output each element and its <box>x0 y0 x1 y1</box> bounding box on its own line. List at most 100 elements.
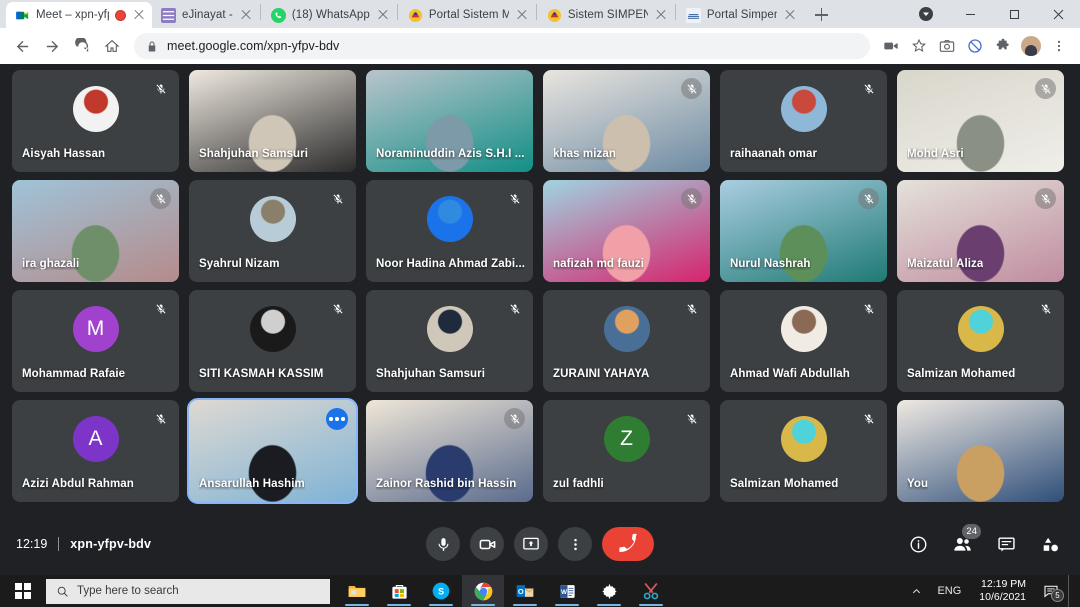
participant-tile[interactable]: Ahmad Wafi Abdullah <box>720 290 887 392</box>
back-button[interactable] <box>8 32 36 60</box>
reload-button[interactable] <box>68 32 96 60</box>
svg-text:W: W <box>560 588 566 595</box>
participant-tile[interactable]: Aisyah Hassan <box>12 70 179 172</box>
start-button[interactable] <box>0 575 46 607</box>
participant-tile[interactable]: Noraminuddin Azis S.H.I ... <box>366 70 533 172</box>
mic-off-icon <box>504 408 525 429</box>
taskbar-app-snipping-tool[interactable] <box>630 575 672 607</box>
taskbar-app-file-explorer[interactable] <box>336 575 378 607</box>
participant-name: Ansarullah Hashim <box>199 478 305 490</box>
participant-tile[interactable]: Noor Hadina Ahmad Zabi... <box>366 180 533 282</box>
speaking-indicator-icon <box>326 408 348 430</box>
taskbar-app-skype[interactable]: S <box>420 575 462 607</box>
participant-tile[interactable]: Nurul Nashrah <box>720 180 887 282</box>
bookmark-button[interactable] <box>906 33 932 59</box>
end-call-button[interactable] <box>602 527 654 561</box>
chrome-update-button[interactable] <box>904 0 948 28</box>
participant-tile[interactable]: Ansarullah Hashim <box>187 398 358 504</box>
participant-tile[interactable]: M Mohammad Rafaie <box>12 290 179 392</box>
bookmark-star-icon <box>912 38 926 52</box>
profile-avatar-icon <box>1021 36 1041 56</box>
search-placeholder: Type here to search <box>77 585 179 597</box>
tab-close-icon[interactable] <box>515 8 529 22</box>
address-bar[interactable]: meet.google.com/xpn-yfpv-bdv <box>134 33 870 59</box>
taskbar-app-microsoft-store[interactable] <box>378 575 420 607</box>
cast-button[interactable] <box>878 33 904 59</box>
participant-tile[interactable]: Shahjuhan Samsuri <box>189 70 356 172</box>
taskbar-app-word[interactable]: W <box>546 575 588 607</box>
tab-close-icon[interactable] <box>783 8 797 22</box>
more-options-button[interactable] <box>558 527 592 561</box>
tab-close-icon[interactable] <box>132 8 146 22</box>
chrome-menu-button[interactable] <box>1046 33 1072 59</box>
minimize-button[interactable] <box>948 0 992 28</box>
mic-off-icon <box>681 188 702 209</box>
language-indicator[interactable]: ENG <box>929 585 969 597</box>
maximize-button[interactable] <box>992 0 1036 28</box>
extensions-puzzle-icon <box>996 38 1009 50</box>
notification-center-button[interactable]: 5 <box>1036 575 1066 607</box>
participant-tile[interactable]: Salmizan Mohamed <box>720 400 887 502</box>
participant-tile[interactable]: khas mizan <box>543 70 710 172</box>
svg-text:O: O <box>518 587 524 596</box>
mic-off-icon <box>858 188 879 209</box>
participant-tile[interactable]: nafizah md fauzi <box>543 180 710 282</box>
present-screen-button[interactable] <box>514 527 548 561</box>
screenshot-button[interactable] <box>934 33 960 59</box>
browser-tab-5[interactable]: Portal Simpeni <box>677 2 803 28</box>
meet-icon <box>16 11 29 19</box>
tab-close-icon[interactable] <box>376 8 390 22</box>
participant-tile[interactable]: Salmizan Mohamed <box>897 290 1064 392</box>
participant-tile[interactable]: SITI KASMAH KASSIM <box>189 290 356 392</box>
browser-tab-0[interactable]: Meet – xpn-yfpv-bdv <box>6 2 152 28</box>
participant-tile[interactable]: Zainor Rashid bin Hassin <box>366 400 533 502</box>
taskbar-app-outlook[interactable]: O <box>504 575 546 607</box>
browser-tab-4[interactable]: Sistem SIMPENI <box>538 2 674 28</box>
meeting-clock: 12:19 <box>16 537 48 551</box>
participant-tile[interactable]: You <box>897 400 1064 502</box>
microphone-button[interactable] <box>426 527 460 561</box>
show-people-button[interactable]: 24 <box>946 524 981 560</box>
taskbar-search-input[interactable]: Type here to search <box>46 578 330 604</box>
participant-tile[interactable]: ira ghazali <box>12 180 179 282</box>
mic-off-icon <box>150 298 171 319</box>
taskbar-date: 10/6/2021 <box>979 591 1026 603</box>
tab-close-icon[interactable] <box>654 8 668 22</box>
participant-name: Maizatul Aliza <box>907 258 984 270</box>
forward-button[interactable] <box>38 32 66 60</box>
block-button[interactable] <box>962 33 988 59</box>
word-icon: W <box>559 584 575 598</box>
tab-close-icon[interactable] <box>239 8 253 22</box>
camera-button[interactable] <box>470 527 504 561</box>
profile-button[interactable] <box>1018 33 1044 59</box>
show-hidden-icons-button[interactable] <box>905 575 927 607</box>
show-desktop-button[interactable] <box>1068 575 1074 607</box>
participant-tile[interactable]: raihaanah omar <box>720 70 887 172</box>
extensions-button[interactable] <box>990 33 1016 59</box>
taskbar-app-google-chrome[interactable] <box>462 575 504 607</box>
home-button[interactable] <box>98 32 126 60</box>
end-call-icon <box>618 533 637 552</box>
taskbar-app-settings[interactable] <box>588 575 630 607</box>
meeting-code[interactable]: xpn-yfpv-bdv <box>70 537 151 551</box>
new-tab-button[interactable] <box>807 2 835 28</box>
participant-tile[interactable]: Syahrul Nizam <box>189 180 356 282</box>
meeting-side-controls: 24 <box>902 524 1066 560</box>
close-button[interactable] <box>1036 0 1080 28</box>
chat-button[interactable] <box>990 528 1022 560</box>
browser-tab-3[interactable]: Portal Sistem Maklumat <box>399 2 535 28</box>
participant-tile[interactable]: ZURAINI YAHAYA <box>543 290 710 392</box>
tab-separator <box>674 4 676 20</box>
activities-button[interactable] <box>1034 528 1066 560</box>
browser-tab-2[interactable]: (18) WhatsApp <box>262 2 396 28</box>
participant-tile[interactable]: Maizatul Aliza <box>897 180 1064 282</box>
meeting-details-button[interactable] <box>902 528 934 560</box>
participant-tile[interactable]: Zzul fadhli <box>543 400 710 502</box>
browser-tab-1[interactable]: eJinayat - <box>152 2 259 28</box>
participant-tile[interactable]: A Azizi Abdul Rahman <box>12 400 179 502</box>
participant-tile[interactable]: Shahjuhan Samsuri <box>366 290 533 392</box>
participant-tile[interactable]: Mohd Asri <box>897 70 1064 172</box>
participant-name: Noor Hadina Ahmad Zabi... <box>376 258 526 270</box>
taskbar-clock[interactable]: 12:19 PM 10/6/2021 <box>971 578 1034 604</box>
participant-avatar <box>780 85 827 132</box>
